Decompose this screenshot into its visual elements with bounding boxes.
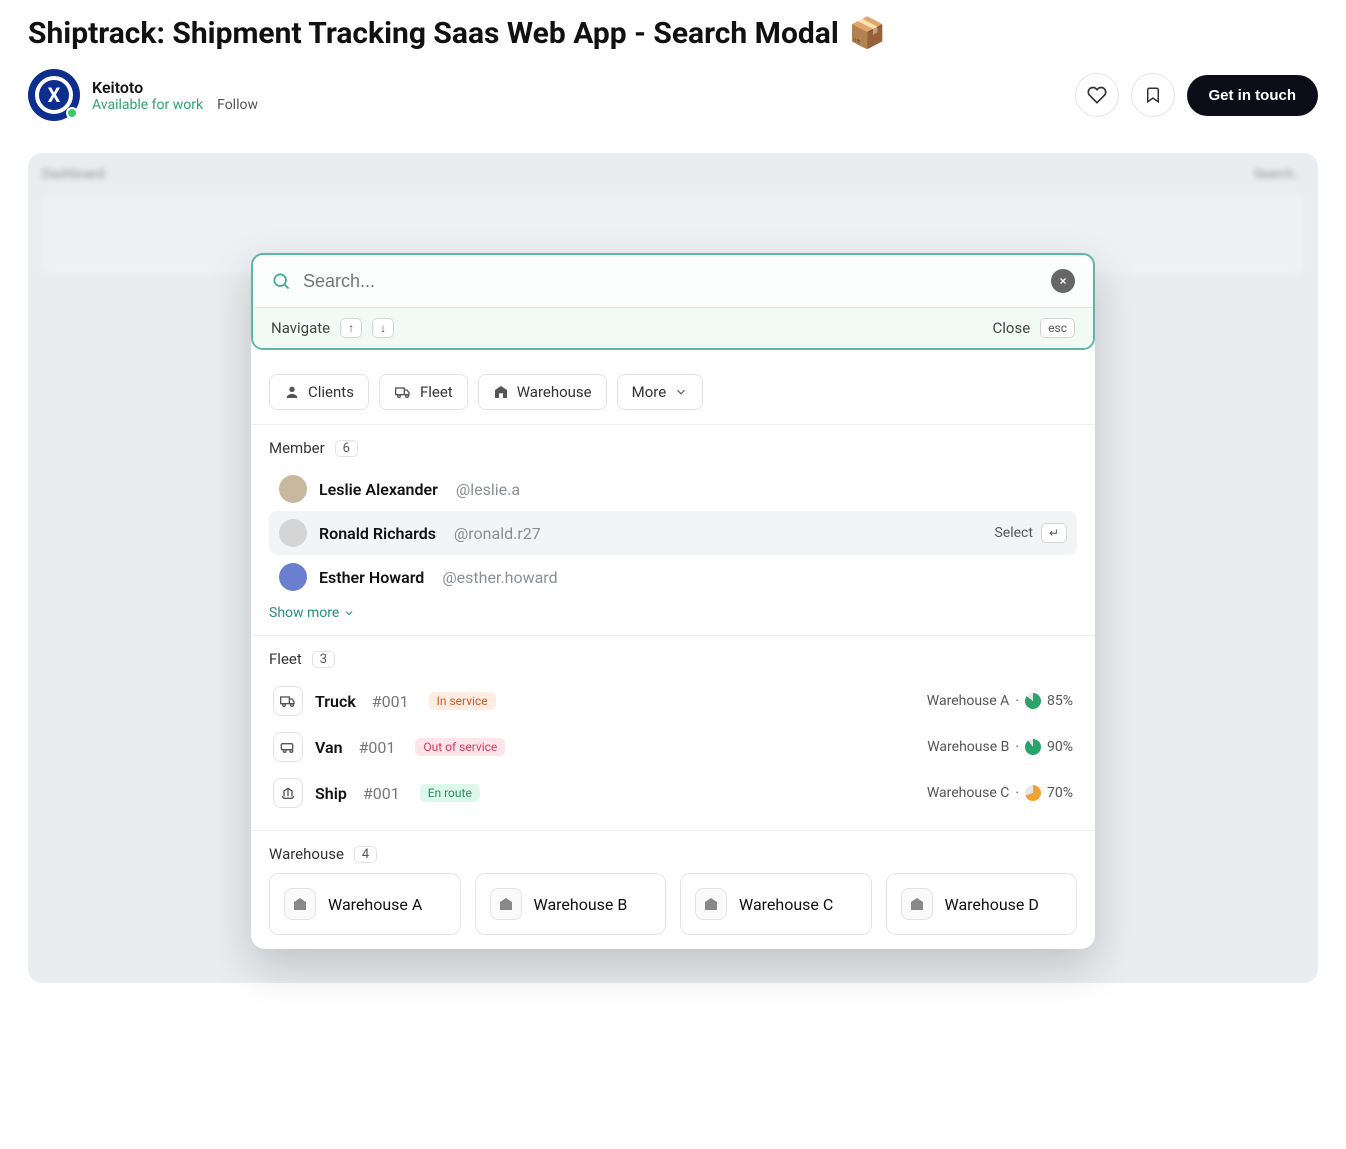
fleet-count-badge: 3: [312, 651, 335, 668]
truck-icon: [280, 693, 296, 709]
follow-link[interactable]: Follow: [217, 97, 258, 113]
warehouse-name: Warehouse B: [534, 895, 628, 914]
fleet-percent: 90%: [1047, 739, 1073, 755]
capacity-donut-icon: [1025, 785, 1041, 801]
capacity-donut-icon: [1025, 739, 1041, 755]
chevron-down-icon: [674, 385, 688, 399]
member-handle: @ronald.r27: [454, 524, 541, 543]
status-badge: Out of service: [415, 738, 505, 756]
member-section: Member 6 Leslie Alexander @leslie.a Rona…: [251, 425, 1095, 636]
author-avatar[interactable]: X: [28, 69, 80, 121]
get-in-touch-button[interactable]: Get in touch: [1187, 75, 1319, 116]
ship-icon: [280, 785, 296, 801]
member-name: Leslie Alexander: [319, 480, 438, 499]
filter-warehouse[interactable]: Warehouse: [478, 374, 607, 410]
avatar: [279, 563, 307, 591]
bookmark-button[interactable]: [1131, 73, 1175, 117]
member-handle: @esther.howard: [442, 568, 557, 587]
avatar: [279, 475, 307, 503]
fleet-percent: 85%: [1047, 693, 1073, 709]
member-item[interactable]: Esther Howard @esther.howard: [269, 555, 1077, 599]
author-name[interactable]: Keitoto: [92, 78, 258, 97]
warehouse-card[interactable]: Warehouse C: [680, 873, 872, 935]
arrow-up-key-icon: ↑: [340, 318, 362, 338]
capacity-donut-icon: [1025, 693, 1041, 709]
section-label: Warehouse: [269, 845, 344, 863]
online-dot-icon: [66, 107, 78, 119]
show-more-button[interactable]: Show more: [269, 605, 1077, 621]
navigate-label: Navigate: [271, 319, 330, 337]
member-item[interactable]: Ronald Richards @ronald.r27 Select ↵: [269, 511, 1077, 555]
warehouse-section: Warehouse 4 Warehouse A Warehouse B Ware…: [251, 831, 1095, 949]
section-label: Fleet: [269, 650, 302, 668]
fleet-id: #001: [359, 738, 396, 757]
page-title: Shiptrack: Shipment Tracking Saas Web Ap…: [28, 16, 1318, 51]
member-handle: @leslie.a: [456, 480, 520, 499]
arrow-down-key-icon: ↓: [372, 318, 394, 338]
package-icon: 📦: [849, 16, 886, 51]
fleet-item[interactable]: Ship #001 En route Warehouse C · 70%: [269, 770, 1077, 816]
fleet-item[interactable]: Van #001 Out of service Warehouse B · 90…: [269, 724, 1077, 770]
van-icon: [280, 739, 296, 755]
warehouse-name: Warehouse C: [739, 895, 833, 914]
fleet-type: Van: [315, 738, 343, 757]
warehouse-icon: [703, 896, 719, 912]
member-count-badge: 6: [335, 440, 358, 457]
avatar: [279, 519, 307, 547]
warehouse-name: Warehouse A: [328, 895, 422, 914]
warehouse-icon: [493, 384, 509, 400]
warehouse-icon: [909, 896, 925, 912]
member-name: Ronald Richards: [319, 524, 436, 543]
like-button[interactable]: [1075, 73, 1119, 117]
fleet-type: Truck: [315, 692, 356, 711]
search-input[interactable]: [303, 271, 1039, 292]
close-label: Close: [992, 319, 1030, 337]
warehouse-icon: [498, 896, 514, 912]
fleet-warehouse: Warehouse A: [927, 693, 1010, 709]
availability-status[interactable]: Available for work: [92, 97, 203, 113]
member-name: Esther Howard: [319, 568, 424, 587]
fleet-percent: 70%: [1047, 785, 1073, 801]
search-modal: Navigate ↑ ↓ Close esc Clients Fleet: [251, 253, 1095, 949]
section-label: Member: [269, 439, 325, 457]
warehouse-card[interactable]: Warehouse A: [269, 873, 461, 935]
fleet-warehouse: Warehouse C: [927, 785, 1010, 801]
warehouse-icon: [292, 896, 308, 912]
fleet-item[interactable]: Truck #001 In service Warehouse A · 85%: [269, 678, 1077, 724]
enter-key-icon: ↵: [1041, 523, 1067, 543]
person-icon: [284, 384, 300, 400]
fleet-id: #001: [363, 784, 400, 803]
fleet-section: Fleet 3 Truck #001 In service Warehouse …: [251, 636, 1095, 831]
select-label: Select: [994, 525, 1032, 541]
fleet-type: Ship: [315, 784, 347, 803]
heart-icon: [1087, 85, 1107, 105]
esc-key-icon: esc: [1040, 318, 1075, 338]
bookmark-icon: [1144, 86, 1162, 104]
close-icon: [1058, 276, 1068, 286]
truck-icon: [394, 384, 412, 400]
filter-clients[interactable]: Clients: [269, 374, 369, 410]
fleet-warehouse: Warehouse B: [927, 739, 1009, 755]
clear-search-button[interactable]: [1051, 269, 1075, 293]
search-icon: [271, 271, 291, 291]
status-badge: In service: [429, 692, 496, 710]
warehouse-name: Warehouse D: [945, 895, 1039, 914]
filter-fleet[interactable]: Fleet: [379, 374, 468, 410]
warehouse-card[interactable]: Warehouse B: [475, 873, 667, 935]
status-badge: En route: [420, 784, 480, 802]
member-item[interactable]: Leslie Alexander @leslie.a: [269, 467, 1077, 511]
fleet-id: #001: [372, 692, 409, 711]
filter-more[interactable]: More: [617, 374, 704, 410]
warehouse-count-badge: 4: [354, 846, 377, 863]
chevron-down-icon: [343, 607, 355, 619]
warehouse-card[interactable]: Warehouse D: [886, 873, 1078, 935]
